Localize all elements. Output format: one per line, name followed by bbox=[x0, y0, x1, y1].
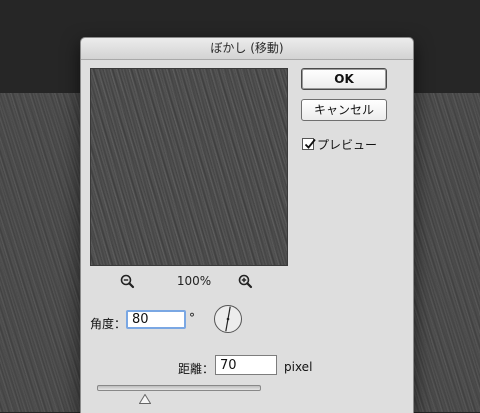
zoom-in-icon[interactable] bbox=[236, 272, 256, 292]
zoom-out-icon[interactable] bbox=[118, 272, 138, 292]
angle-dial[interactable] bbox=[213, 304, 243, 334]
distance-unit: pixel bbox=[284, 360, 313, 374]
distance-label: 距離： bbox=[178, 362, 215, 376]
dialog-title: ぼかし (移動) bbox=[81, 38, 413, 60]
preview-label: プレビュー bbox=[317, 137, 378, 152]
zoom-level: 100% bbox=[176, 274, 212, 288]
zoom-controls: 100% bbox=[90, 272, 288, 292]
angle-input[interactable] bbox=[126, 310, 186, 329]
checkmark-icon bbox=[304, 138, 316, 149]
preview-checkbox[interactable] bbox=[302, 138, 316, 150]
distance-input[interactable] bbox=[215, 355, 277, 375]
distance-slider-thumb[interactable] bbox=[138, 389, 151, 404]
ok-button[interactable]: OK bbox=[301, 68, 387, 90]
distance-slider[interactable] bbox=[97, 385, 261, 391]
cancel-button[interactable]: キャンセル bbox=[301, 99, 387, 121]
motion-blur-dialog: ぼかし (移動) 100% OK キャンセル プレビュー 角度： 80 ° 距離… bbox=[80, 37, 414, 413]
angle-unit: ° bbox=[189, 311, 195, 325]
angle-label: 角度： bbox=[90, 317, 127, 331]
preview-toggle[interactable]: プレビュー bbox=[302, 136, 377, 152]
filter-preview[interactable] bbox=[90, 68, 288, 266]
